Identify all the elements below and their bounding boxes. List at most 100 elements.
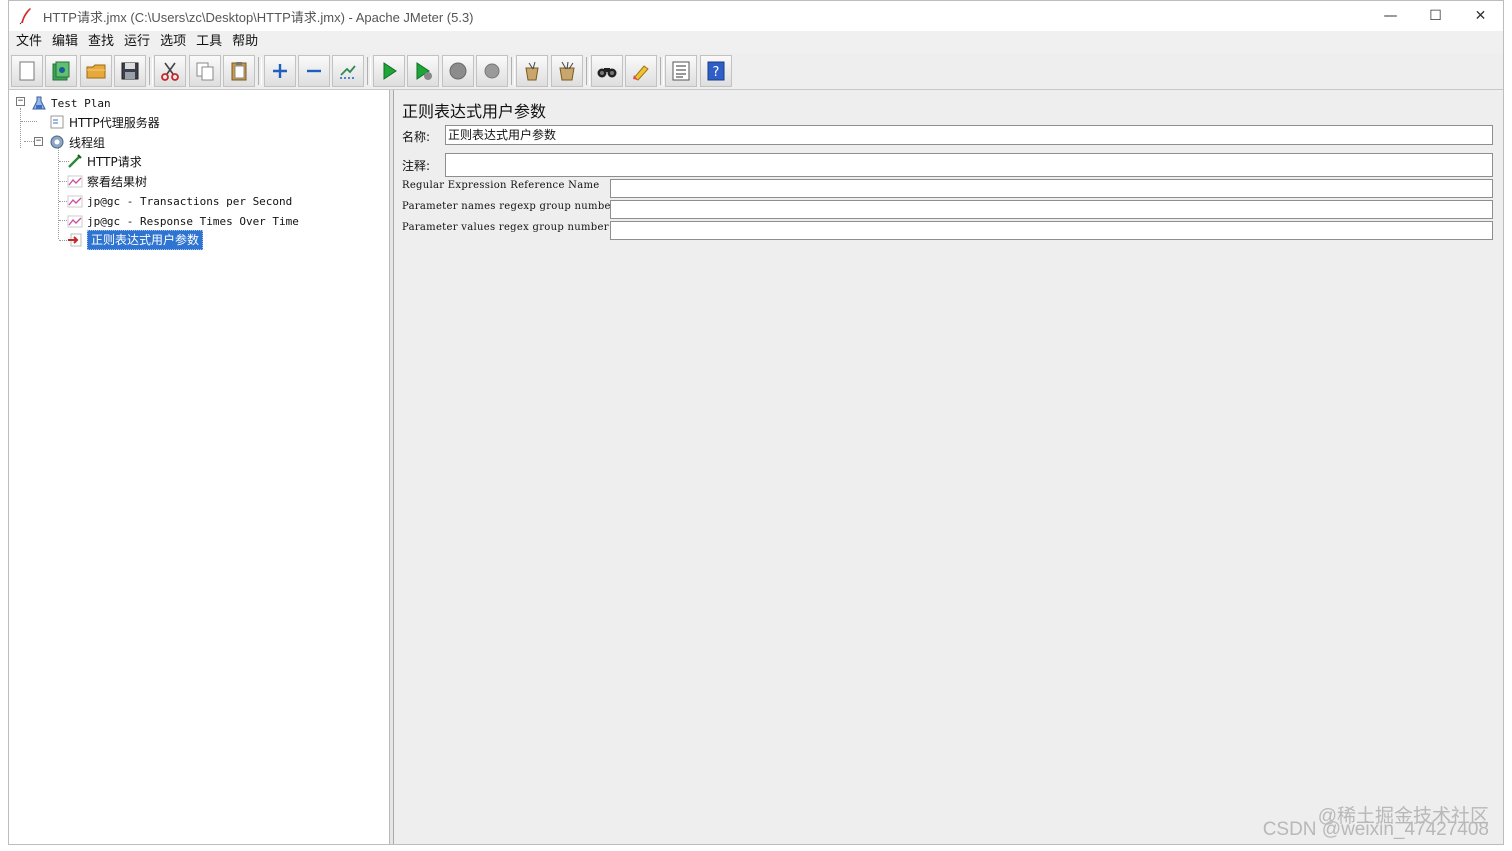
tree-node-label-selected: 正则表达式用户参数 [87, 230, 204, 250]
name-field[interactable]: 正则表达式用户参数 [445, 125, 1493, 145]
help-button[interactable]: ? [700, 55, 732, 87]
templates-button[interactable] [45, 55, 77, 87]
menu-run[interactable]: 运行 [119, 31, 155, 53]
tree-node-view-results-tree[interactable]: 察看结果树 [67, 171, 147, 191]
copy-button[interactable] [189, 55, 221, 87]
jmeter-window: HTTP请求.jmx (C:\Users\zc\Desktop\HTTP请求.j… [8, 0, 1504, 845]
shutdown-button[interactable] [476, 55, 508, 87]
tree-node-transactions-per-second[interactable]: jp@gc - Transactions per Second [67, 191, 292, 211]
watermark: @稀土掘金技术社区 CSDN @weixin_47427408 [1262, 807, 1489, 840]
menu-search[interactable]: 查找 [83, 31, 119, 53]
tree-node-response-times-over-time[interactable]: jp@gc - Response Times Over Time [67, 211, 299, 231]
test-plan-icon [31, 95, 47, 111]
paste-icon [231, 62, 247, 81]
minimize-button[interactable]: — [1368, 1, 1413, 31]
tree-node-regex-user-parameters[interactable]: 正则表达式用户参数 [67, 230, 204, 250]
expand-all-button[interactable] [264, 55, 296, 87]
reference-name-row: Regular Expression Reference Name [402, 180, 599, 191]
reset-search-button[interactable] [625, 55, 657, 87]
collapse-all-button[interactable] [298, 55, 330, 87]
menu-file[interactable]: 文件 [11, 31, 47, 53]
tree-node-label: 线程组 [69, 135, 106, 150]
function-helper-icon [672, 61, 690, 81]
templates-icon [52, 61, 70, 81]
clear-icon [525, 61, 539, 81]
toolbar-separator [511, 57, 515, 85]
start-no-pauses-button[interactable] [407, 55, 439, 87]
jmeter-feather-icon [17, 7, 35, 25]
maximize-button[interactable]: ☐ [1413, 1, 1458, 31]
tree-guide [21, 121, 37, 122]
open-button[interactable] [80, 55, 112, 87]
param-names-group-row: Parameter names regexp group number [402, 201, 616, 212]
param-names-group-field[interactable] [610, 200, 1493, 219]
clear-all-button[interactable] [551, 55, 583, 87]
tree-guide [20, 108, 21, 148]
close-button[interactable]: ✕ [1458, 1, 1503, 31]
tree-node-http-proxy[interactable]: HTTP代理服务器 [49, 112, 160, 132]
menu-help[interactable]: 帮助 [227, 31, 263, 53]
name-row: 名称: [402, 128, 430, 145]
open-icon [86, 64, 106, 79]
toolbar: ? [9, 53, 1503, 90]
thread-group-icon [49, 134, 65, 150]
toggle-button[interactable] [332, 55, 364, 87]
cut-button[interactable] [154, 55, 186, 87]
new-icon [19, 61, 35, 81]
param-values-group-row: Parameter values regex group number [402, 222, 609, 233]
function-helper-button[interactable] [665, 55, 697, 87]
listener-icon [67, 173, 83, 189]
menu-options[interactable]: 选项 [155, 31, 191, 53]
param-names-group-label: Parameter names regexp group number [402, 201, 616, 212]
clear-button[interactable] [516, 55, 548, 87]
tree-node-label: jp@gc - Response Times Over Time [87, 214, 299, 228]
start-button[interactable] [373, 55, 405, 87]
toggle-icon [340, 65, 356, 79]
listener-icon [67, 213, 83, 229]
help-icon: ? [707, 61, 725, 81]
tree-node-thread-group[interactable]: 线程组 [49, 132, 105, 152]
name-label: 名称: [402, 130, 431, 144]
svg-text:?: ? [713, 65, 720, 80]
search-icon [597, 68, 617, 78]
toolbar-separator [660, 57, 664, 85]
tree-node-label: HTTP请求 [87, 154, 142, 169]
toolbar-separator [149, 57, 153, 85]
tree-collapse-toggle[interactable]: − [16, 97, 25, 106]
comment-field[interactable] [445, 153, 1493, 177]
paste-button[interactable] [223, 55, 255, 87]
window-controls: — ☐ ✕ [1368, 1, 1503, 31]
shutdown-icon [484, 63, 500, 79]
search-button[interactable] [591, 55, 623, 87]
save-button[interactable] [114, 55, 146, 87]
start-icon [383, 62, 397, 80]
stop-icon [449, 62, 467, 80]
param-values-group-field[interactable] [610, 221, 1493, 240]
tree-node-label: 察看结果树 [87, 174, 148, 189]
reference-name-field[interactable] [610, 179, 1493, 198]
stop-button[interactable] [442, 55, 474, 87]
tree-collapse-toggle[interactable]: − [34, 137, 43, 146]
listener-icon [67, 193, 83, 209]
expand-icon [273, 64, 287, 78]
panel-title: 正则表达式用户参数 [402, 102, 547, 121]
comment-label: 注释: [402, 159, 431, 173]
toolbar-separator [586, 57, 590, 85]
param-values-group-label: Parameter values regex group number [402, 222, 609, 233]
reference-name-label: Regular Expression Reference Name [402, 180, 600, 191]
element-editor: 正则表达式用户参数 名称: 正则表达式用户参数 注释: Regular Expr… [394, 90, 1503, 844]
collapse-icon [307, 69, 321, 73]
title-bar: HTTP请求.jmx (C:\Users\zc\Desktop\HTTP请求.j… [9, 1, 1503, 31]
start-no-pause-icon [416, 62, 432, 80]
tree-node-http-request[interactable]: HTTP请求 [67, 151, 142, 171]
sampler-icon [67, 153, 83, 169]
new-button[interactable] [11, 55, 43, 87]
tree-node-test-plan[interactable]: Test Plan [31, 93, 111, 113]
toolbar-separator [367, 57, 371, 85]
save-icon [121, 62, 139, 80]
tree-guide [24, 141, 34, 142]
watermark-line-2: CSDN @weixin_47427408 [1262, 819, 1489, 840]
menu-tools[interactable]: 工具 [191, 31, 227, 53]
cut-icon [161, 62, 179, 81]
menu-edit[interactable]: 编辑 [47, 31, 83, 53]
